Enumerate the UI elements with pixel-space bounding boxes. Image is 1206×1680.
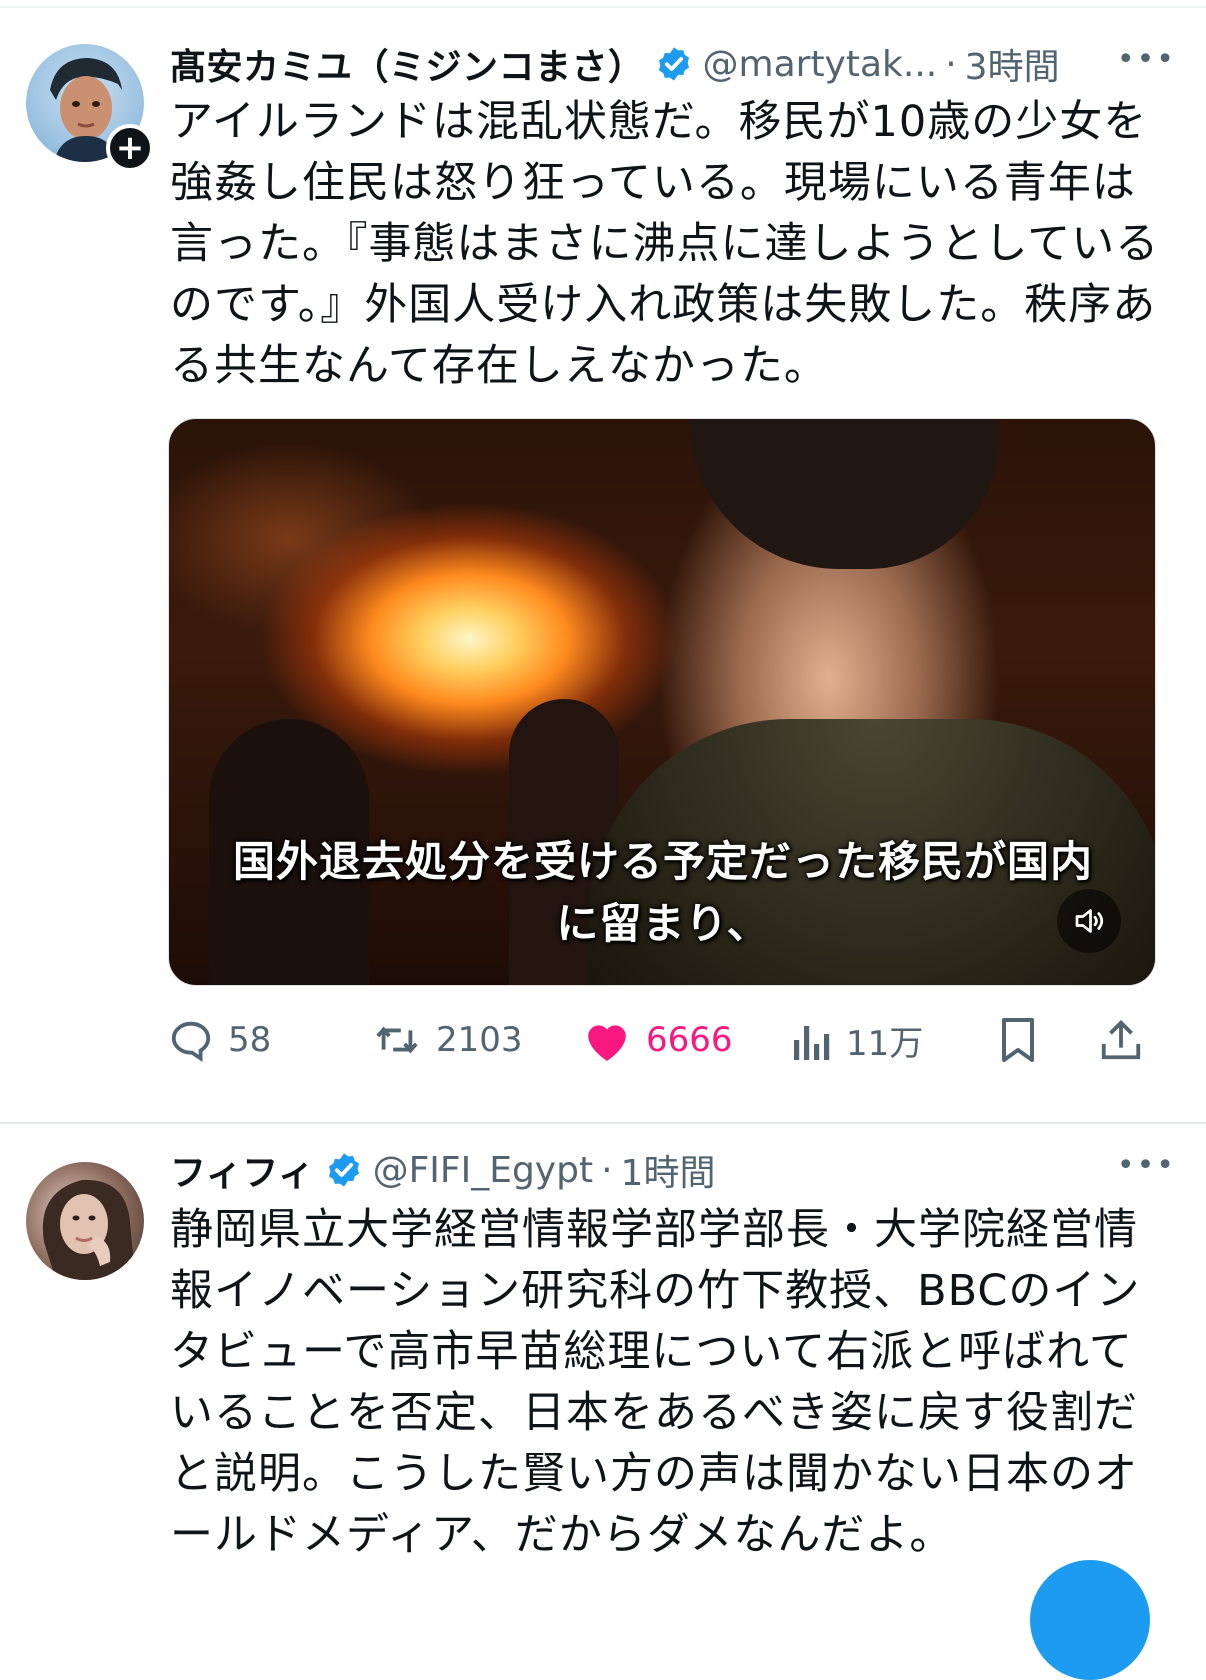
- speaker-hair: [689, 419, 999, 569]
- bookmark-button[interactable]: [998, 1010, 1038, 1070]
- views-button[interactable]: 11万: [792, 1010, 923, 1070]
- handle[interactable]: @martytak...: [703, 44, 938, 85]
- retweet-icon: [376, 1026, 418, 1054]
- display-name[interactable]: フィフィ: [170, 1144, 315, 1196]
- compose-button[interactable]: [1030, 1560, 1150, 1680]
- tweet-text: 静岡県立大学経営情報学部学部長・大学院経営情報イノベーション研究科の竹下教授、B…: [170, 1205, 1141, 1560]
- verified-badge-icon: [328, 1153, 359, 1187]
- follow-plus-icon[interactable]: +: [106, 124, 154, 172]
- separator-dot: ·: [601, 1149, 613, 1191]
- reply-button[interactable]: 58: [168, 1010, 271, 1070]
- top-divider: [0, 6, 1206, 8]
- heart-filled-icon: [588, 1025, 626, 1061]
- display-name[interactable]: 髙安カミユ（ミジンコまさ）: [170, 38, 645, 90]
- mute-toggle-button[interactable]: [1057, 889, 1121, 953]
- tweet-header: 髙安カミユ（ミジンコまさ） @martytak... · 3時間: [170, 36, 1060, 92]
- reply-count: 58: [228, 1020, 272, 1060]
- handle[interactable]: @FIFI_Egypt: [373, 1150, 594, 1191]
- tweet-header: フィフィ @FIFI_Egypt · 1時間: [170, 1142, 715, 1198]
- retweet-button[interactable]: 2103: [372, 1010, 523, 1070]
- more-options-icon[interactable]: •••: [1117, 1148, 1176, 1183]
- like-count: 6666: [646, 1020, 733, 1060]
- view-count: 11万: [846, 1023, 924, 1064]
- analytics-icon: [794, 1026, 830, 1060]
- tweet-actions: 58 2103 6666 11万: [168, 1010, 1156, 1070]
- tweet-divider: [0, 1122, 1206, 1124]
- retweet-count: 2103: [436, 1020, 523, 1060]
- reply-icon: [171, 1021, 211, 1063]
- tweet-text: アイルランドは混乱状態だ。移民が10歳の少女を強姦し住民は怒り狂っている。現場に…: [170, 97, 1160, 391]
- subtitle-container: 国外退去処分を受ける予定だった移民が国内に留まり、: [169, 831, 1155, 955]
- verified-badge-icon: [658, 47, 689, 81]
- like-button[interactable]: 6666: [582, 1010, 733, 1070]
- video-subtitle: 国外退去処分を受ける予定だった移民が国内に留まり、: [232, 837, 1093, 948]
- more-options-icon[interactable]: •••: [1117, 42, 1176, 77]
- timestamp[interactable]: 3時間: [965, 38, 1060, 90]
- video-player[interactable]: 国外退去処分を受ける予定だった移民が国内に留まり、: [168, 418, 1156, 986]
- avatar[interactable]: [26, 1162, 144, 1280]
- speaker-icon: [1075, 909, 1104, 933]
- bookmark-icon: [1002, 1018, 1034, 1062]
- share-icon: [1101, 1020, 1141, 1060]
- separator-dot: ·: [945, 43, 957, 85]
- timestamp[interactable]: 1時間: [621, 1144, 716, 1196]
- avatar-photo-icon: [42, 1179, 134, 1280]
- share-button[interactable]: [1098, 1010, 1144, 1070]
